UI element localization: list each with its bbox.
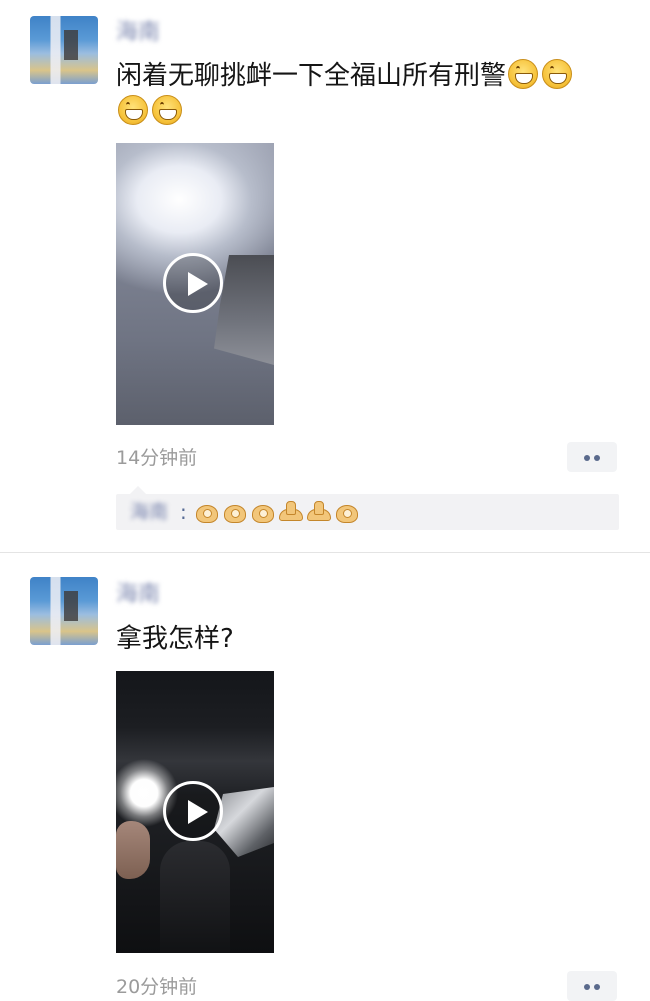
video-thumbnail[interactable] [116,143,274,425]
grin-emoji-icon [152,95,182,125]
post-timestamp: 14分钟前 [116,447,198,469]
dot-icon [594,455,600,461]
post-timestamp: 20分钟前 [116,976,198,998]
dot-icon [584,455,590,461]
ok-hand-icon [222,499,246,523]
grin-emoji-icon [508,59,539,89]
more-actions-button[interactable] [567,971,617,1001]
post-author-name[interactable]: 海南 [116,580,174,610]
flex-hand-icon [278,499,303,523]
ok-hand-icon [250,499,274,523]
video-frame-person [116,821,150,879]
watermark-name: 齐鲁壹点 [530,920,591,938]
post-text-content: 闲着无聊挑衅一下全福山所有刑警 [116,61,507,91]
moment-post: 海南 闲着无聊挑衅一下全福山所有刑警 14分钟前 海南 : [0,0,650,552]
watermark-separator [524,924,525,952]
avatar[interactable] [30,16,98,84]
dot-icon [584,984,590,990]
avatar[interactable] [30,577,98,645]
watermark-logo: 齐鲁晚报 [446,926,530,950]
like-colon: : [180,500,187,524]
comment-emoji-list [194,499,358,525]
grin-emoji-icon [118,95,148,125]
dot-icon [594,984,600,990]
more-actions-button[interactable] [567,442,617,472]
like-user-name[interactable]: 海南 [130,498,178,526]
video-frame-motorcycle [214,787,274,857]
grin-emoji-icon [542,59,573,89]
news-watermark: 齐鲁晚报 齐鲁壹点 齐鲁晚报官方客户端 [446,918,611,958]
ok-hand-icon [334,499,358,523]
post-text: 拿我怎样? [116,624,234,654]
post-text: 闲着无聊挑衅一下全福山所有刑警 [116,58,596,130]
video-frame-person [160,841,230,953]
post-author-name[interactable]: 海南 [116,18,174,48]
ok-hand-icon [194,499,218,523]
video-frame-object [214,255,274,365]
play-button[interactable] [163,781,223,841]
play-button[interactable] [163,253,223,313]
watermark-subtitle: 齐鲁晚报官方客户端 [530,941,612,951]
like-comment-panel: 海南 : [116,486,619,530]
video-thumbnail[interactable] [116,671,274,953]
flex-hand-icon [306,499,331,523]
